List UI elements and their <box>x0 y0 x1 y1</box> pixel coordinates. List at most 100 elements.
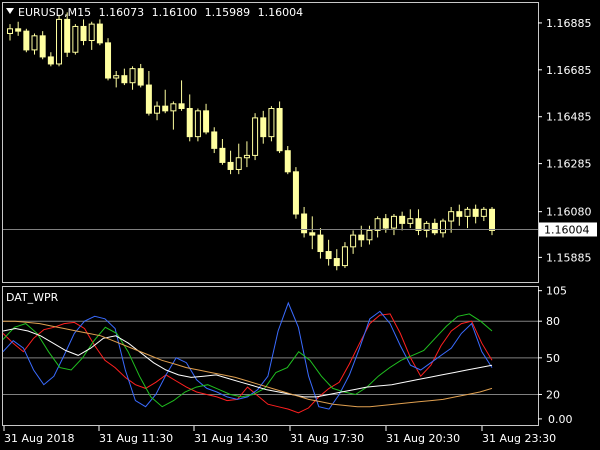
candle-body <box>47 56 54 65</box>
current-price-label: 1.16004 <box>544 223 590 236</box>
candle-body <box>194 110 201 138</box>
candle <box>7 24 13 41</box>
candle-body <box>415 218 422 231</box>
price-tick-label: 1.16485 <box>546 111 592 124</box>
candle <box>448 206 455 233</box>
candle <box>489 206 495 236</box>
candle <box>56 14 63 67</box>
candle <box>219 138 226 165</box>
candle <box>235 143 242 175</box>
candle-body <box>31 35 38 51</box>
indicator-tick-label: 80 <box>546 315 560 328</box>
candle-body <box>178 103 185 110</box>
candle <box>64 12 71 57</box>
candle <box>317 228 324 259</box>
candle <box>350 230 357 254</box>
indicator-tick-label: 105 <box>546 285 567 298</box>
candle <box>170 101 177 130</box>
time-tick-label: 31 Aug 11:30 <box>99 432 173 445</box>
candle-body <box>292 171 299 215</box>
candle-body <box>23 30 30 51</box>
candle-body <box>88 23 95 42</box>
candle-body <box>154 105 161 114</box>
indicator-tick-label: 50 <box>546 352 560 365</box>
candle-body <box>121 75 128 84</box>
price-axis: 1.16004 1.16885 1.16685 1.16485 1.16285 1.160… <box>538 17 597 426</box>
time-tick-label: 31 Aug 17:30 <box>290 432 364 445</box>
time-tick-label: 31 Aug 20:30 <box>386 432 460 445</box>
candle-body <box>243 154 250 159</box>
candle <box>260 110 267 144</box>
candle <box>31 33 38 55</box>
candle-body <box>439 220 446 234</box>
candle-body <box>227 161 234 170</box>
candle <box>162 89 169 114</box>
candle-body <box>309 232 316 236</box>
candle <box>96 19 103 46</box>
candle-body <box>366 229 373 241</box>
candle <box>227 150 234 175</box>
indicator-pane[interactable] <box>2 301 538 414</box>
mt4-chart-window[interactable]: 1.16004 1.16885 1.16685 1.16485 1.16285 1.160… <box>0 0 600 450</box>
candle <box>186 94 193 142</box>
price-tick-label: 1.15885 <box>546 251 592 264</box>
candle <box>284 146 291 175</box>
candle <box>15 21 22 36</box>
time-axis: 31 Aug 2018 31 Aug 11:30 31 Aug 14:30 31 Au… <box>3 426 556 445</box>
candle <box>23 28 30 53</box>
low-value: 1.15989 <box>205 6 251 19</box>
price-tick-label: 1.16285 <box>546 158 592 171</box>
candle <box>309 216 316 250</box>
candle-body <box>448 211 455 222</box>
price-tick-label: 1.16080 <box>546 206 592 219</box>
candle-body <box>260 117 267 138</box>
symbol-name: EURUSD,M15 <box>18 6 91 19</box>
candle-body <box>186 108 193 138</box>
candle-body <box>464 208 471 217</box>
candle-body <box>137 68 144 86</box>
candle <box>252 113 259 161</box>
candle-body <box>358 234 365 241</box>
candle-body <box>480 208 487 217</box>
candle <box>178 80 185 111</box>
time-tick-label: 31 Aug 2018 <box>4 432 74 445</box>
candle-body <box>113 75 120 79</box>
candle-body <box>456 211 463 217</box>
candle <box>88 21 95 50</box>
price-tick-label: 1.16685 <box>546 64 592 77</box>
candle <box>72 24 79 55</box>
candle <box>415 209 422 236</box>
wpr-line-red <box>2 313 493 414</box>
candle-body <box>382 218 389 229</box>
candle-body <box>56 18 63 65</box>
candle <box>325 239 332 266</box>
candle <box>268 106 275 142</box>
candle <box>301 206 308 238</box>
candle <box>341 242 348 268</box>
candle-body <box>105 42 112 79</box>
price-pane[interactable] <box>3 12 538 271</box>
chart-canvas[interactable]: 1.16004 1.16885 1.16685 1.16485 1.16285 1.160… <box>0 0 600 450</box>
candle <box>194 108 201 142</box>
candle-body <box>489 208 495 231</box>
candle <box>80 19 87 46</box>
candle-body <box>374 218 381 231</box>
candle <box>47 52 54 67</box>
candle <box>121 68 128 86</box>
candle-body <box>333 258 340 267</box>
candle-body <box>284 150 291 173</box>
candle-body <box>80 25 87 42</box>
candle-body <box>235 157 242 170</box>
candle <box>105 38 112 81</box>
price-tick-label: 1.16885 <box>546 17 592 30</box>
collapse-arrow-icon[interactable] <box>6 8 14 14</box>
candle-body <box>390 215 397 229</box>
candle-body <box>96 23 103 44</box>
candle <box>292 167 299 219</box>
candle <box>39 31 46 60</box>
candle-body <box>350 234 357 248</box>
candle-body <box>15 28 22 32</box>
candle-body <box>7 28 13 34</box>
candle <box>439 218 446 238</box>
indicator-name: DAT_WPR <box>6 291 59 304</box>
